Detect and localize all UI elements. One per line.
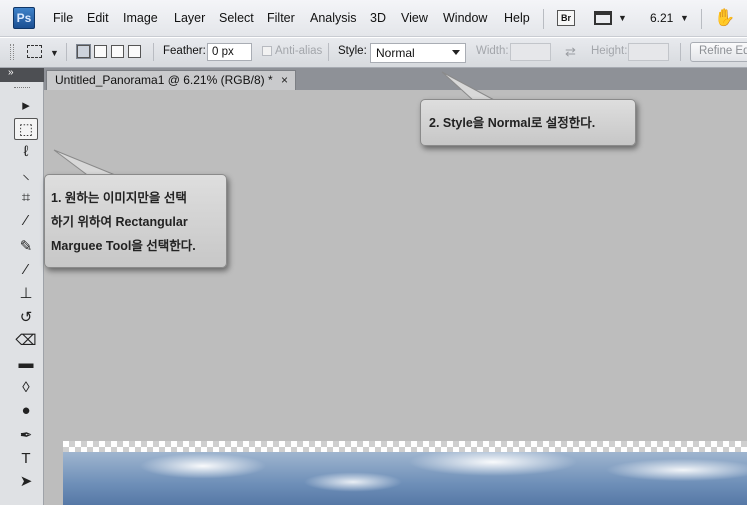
brush-tool-icon[interactable]: ⁄ <box>14 259 38 281</box>
crop-tool-icon[interactable]: ⌗ <box>14 187 38 209</box>
callout-marquee-line: 1. 원하는 이미지만을 선택 <box>51 191 187 205</box>
callout-style-tail <box>441 71 497 102</box>
callout-style-text: 2. Style을 Normal로 설정한다. <box>429 116 596 130</box>
callout-marquee-line: 하기 위하여 Rectangular <box>51 215 188 229</box>
add-selection-mode-icon[interactable] <box>94 45 107 58</box>
intersect-selection-mode-icon[interactable] <box>128 45 141 58</box>
options-divider <box>680 43 681 61</box>
move-tool-icon[interactable]: ▸ <box>14 95 38 117</box>
height-label: Height: <box>591 45 628 57</box>
menu-3d[interactable]: 3D <box>370 11 386 25</box>
menu-select[interactable]: Select <box>219 11 254 25</box>
eyedropper-tool-icon[interactable]: ⁄ <box>14 210 38 232</box>
dodge-tool-icon[interactable]: ● <box>14 400 38 422</box>
chevron-down-icon[interactable]: ▼ <box>618 13 627 23</box>
menu-divider <box>701 9 702 29</box>
callout-marquee-line: Marguee Tool을 선택한다. <box>51 239 196 253</box>
gradient-tool-icon[interactable]: ▬ <box>14 353 38 375</box>
bridge-button[interactable]: Br <box>557 10 575 26</box>
menu-image[interactable]: Image <box>123 11 158 25</box>
menu-divider <box>543 9 544 29</box>
style-select[interactable]: Normal <box>370 43 466 63</box>
lasso-tool-icon[interactable]: ℓ <box>14 141 38 163</box>
callout-style-note: 2. Style을 Normal로 설정한다. <box>420 99 636 146</box>
chevron-down-icon[interactable]: ▼ <box>50 48 59 58</box>
subtract-selection-mode-icon[interactable] <box>111 45 124 58</box>
menu-window[interactable]: Window <box>443 11 487 25</box>
menu-help[interactable]: Help <box>504 11 530 25</box>
new-selection-mode-icon[interactable] <box>77 45 90 58</box>
options-divider <box>66 43 67 61</box>
anti-alias-label: Anti-alias <box>275 45 323 57</box>
menu-analysis[interactable]: Analysis <box>310 11 357 25</box>
eraser-tool-icon[interactable]: ⌫ <box>14 330 38 352</box>
feather-input[interactable] <box>207 43 252 61</box>
refine-edge-button[interactable]: Refine Ed <box>690 42 747 62</box>
document-tab-title: Untitled_Panorama1 @ 6.21% (RGB/8) * <box>55 73 273 87</box>
toolbox: ▸ ⬚ ℓ ⸜ ⌗ ⁄ ✎ ⁄ ⊥ ↺ ⌫ ▬ ◊ ● ✒ T ➤ <box>0 82 44 505</box>
history-brush-tool-icon[interactable]: ↺ <box>14 307 38 329</box>
menu-bar: Ps File Edit Image Layer Select Filter A… <box>0 0 747 37</box>
toolbox-grip[interactable] <box>14 87 30 89</box>
menu-edit[interactable]: Edit <box>87 11 109 25</box>
zoom-level[interactable]: 6.21 <box>650 11 673 25</box>
healing-brush-tool-icon[interactable]: ✎ <box>14 236 38 258</box>
pen-tool-icon[interactable]: ✒ <box>14 425 38 447</box>
style-label: Style: <box>338 45 367 57</box>
hand-tool-icon[interactable]: ✋ <box>714 8 735 28</box>
options-divider <box>328 43 329 61</box>
collapse-icon[interactable]: » <box>8 67 14 78</box>
options-divider <box>153 43 154 61</box>
blur-tool-icon[interactable]: ◊ <box>14 377 38 399</box>
chevron-down-icon[interactable]: ▼ <box>680 13 689 23</box>
menu-view[interactable]: View <box>401 11 428 25</box>
style-select-value: Normal <box>376 46 415 60</box>
close-icon[interactable]: × <box>281 73 288 87</box>
height-input[interactable] <box>628 43 669 61</box>
panorama-image <box>63 452 747 505</box>
clone-stamp-tool-icon[interactable]: ⊥ <box>14 283 38 305</box>
path-selection-tool-icon[interactable]: ➤ <box>14 471 38 493</box>
width-input[interactable] <box>510 43 551 61</box>
width-label: Width: <box>476 45 509 57</box>
swap-icon[interactable]: ⇄ <box>565 44 576 60</box>
callout-marquee-note: 1. 원하는 이미지만을 선택 하기 위하여 Rectangular Margu… <box>44 174 227 268</box>
menu-filter[interactable]: Filter <box>267 11 295 25</box>
menu-file[interactable]: File <box>53 11 73 25</box>
type-tool-icon[interactable]: T <box>14 448 38 470</box>
toolbox-header[interactable]: » <box>0 67 44 82</box>
photoshop-logo-icon[interactable]: Ps <box>13 7 35 29</box>
anti-alias-checkbox[interactable] <box>262 46 272 56</box>
document-tab[interactable]: Untitled_Panorama1 @ 6.21% (RGB/8) * <box>46 70 296 91</box>
chevron-down-icon <box>452 50 460 55</box>
options-grip[interactable] <box>10 44 14 60</box>
marquee-preset-icon[interactable] <box>27 45 42 58</box>
screen-mode-icon[interactable] <box>594 11 612 25</box>
rectangular-marquee-tool-icon[interactable]: ⬚ <box>14 118 38 140</box>
menu-layer[interactable]: Layer <box>174 11 205 25</box>
feather-label: Feather: <box>163 45 206 57</box>
quick-selection-tool-icon[interactable]: ⸜ <box>14 164 38 186</box>
